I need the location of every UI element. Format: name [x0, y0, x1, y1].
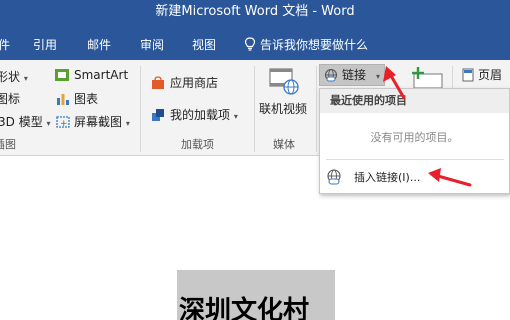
annotation-arrow-links: [383, 66, 406, 100]
annotation-arrow-insert-link: [428, 168, 472, 187]
annotation-arrows: [383, 66, 472, 187]
